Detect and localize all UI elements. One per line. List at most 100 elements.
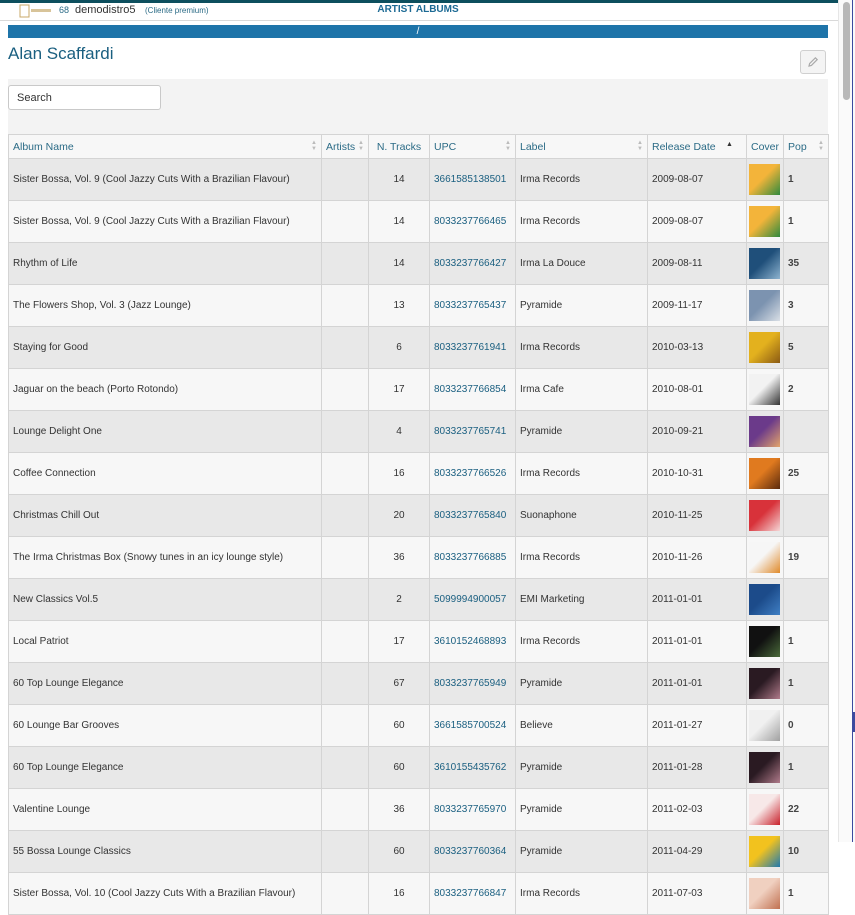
cover-cell[interactable]	[746, 746, 784, 789]
upc-cell[interactable]: 8033237760364	[429, 830, 516, 873]
album-name-cell[interactable]: Lounge Delight One	[8, 410, 322, 453]
table-row[interactable]: 60 Lounge Bar Grooves 60 3661585700524 Beli…	[8, 704, 829, 747]
album-name-cell[interactable]: Sister Bossa, Vol. 9 (Cool Jazzy Cuts Wi…	[8, 200, 322, 243]
cover-cell[interactable]	[746, 620, 784, 663]
upc-cell[interactable]: 8033237766427	[429, 242, 516, 285]
col-header-artists[interactable]: Artists ▲ ▼	[321, 134, 369, 159]
cover-cell[interactable]	[746, 788, 784, 831]
album-cover-image[interactable]	[749, 710, 780, 741]
album-name-cell[interactable]: Local Patriot	[8, 620, 322, 663]
table-row[interactable]: 55 Bossa Lounge Classics 60 8033237760364 P…	[8, 830, 829, 873]
album-cover-image[interactable]	[749, 248, 780, 279]
cover-cell[interactable]	[746, 200, 784, 243]
album-name-cell[interactable]: 55 Bossa Lounge Classics	[8, 830, 322, 873]
table-row[interactable]: New Classics Vol.5 2 5099994900057 EMI Mark…	[8, 578, 829, 621]
album-name-cell[interactable]: Valentine Lounge	[8, 788, 322, 831]
cover-cell[interactable]	[746, 662, 784, 705]
col-header-pop[interactable]: Pop ▲ ▼	[783, 134, 829, 159]
col-header-upc[interactable]: UPC ▲ ▼	[429, 134, 516, 159]
cover-cell[interactable]	[746, 242, 784, 285]
upc-cell[interactable]: 8033237765741	[429, 410, 516, 453]
cover-cell[interactable]	[746, 536, 784, 579]
album-cover-image[interactable]	[749, 458, 780, 489]
table-row[interactable]: Christmas Chill Out 20 8033237765840 Suonap…	[8, 494, 829, 537]
upc-cell[interactable]: 3610152468893	[429, 620, 516, 663]
album-name-cell[interactable]: Sister Bossa, Vol. 10 (Cool Jazzy Cuts W…	[8, 872, 322, 915]
album-cover-image[interactable]	[749, 416, 780, 447]
upc-cell[interactable]: 3661585138501	[429, 158, 516, 201]
cover-cell[interactable]	[746, 158, 784, 201]
upc-cell[interactable]: 8033237765840	[429, 494, 516, 537]
upc-cell[interactable]: 8033237765437	[429, 284, 516, 327]
album-name-cell[interactable]: The Flowers Shop, Vol. 3 (Jazz Lounge)	[8, 284, 322, 327]
cover-cell[interactable]	[746, 452, 784, 495]
cover-cell[interactable]	[746, 410, 784, 453]
upc-cell[interactable]: 8033237766526	[429, 452, 516, 495]
album-name-cell[interactable]: New Classics Vol.5	[8, 578, 322, 621]
album-name-cell[interactable]: Jaguar on the beach (Porto Rotondo)	[8, 368, 322, 411]
album-cover-image[interactable]	[749, 500, 780, 531]
album-name-cell[interactable]: Sister Bossa, Vol. 9 (Cool Jazzy Cuts Wi…	[8, 158, 322, 201]
col-header-label[interactable]: Label ▲ ▼	[515, 134, 648, 159]
album-name-cell[interactable]: Staying for Good	[8, 326, 322, 369]
table-row[interactable]: Sister Bossa, Vol. 9 (Cool Jazzy Cuts Wi…	[8, 158, 829, 201]
table-row[interactable]: 60 Top Lounge Elegance 60 3610155435762 Pyr…	[8, 746, 829, 789]
upc-cell[interactable]: 8033237766854	[429, 368, 516, 411]
table-row[interactable]: 60 Top Lounge Elegance 67 8033237765949 Pyr…	[8, 662, 829, 705]
table-row[interactable]: Sister Bossa, Vol. 10 (Cool Jazzy Cuts W…	[8, 872, 829, 915]
table-row[interactable]: Sister Bossa, Vol. 9 (Cool Jazzy Cuts Wi…	[8, 200, 829, 243]
table-row[interactable]: Staying for Good 6 8033237761941 Irma Recor…	[8, 326, 829, 369]
album-cover-image[interactable]	[749, 878, 780, 909]
col-header-album-name[interactable]: Album Name ▲ ▼	[8, 134, 322, 159]
album-cover-image[interactable]	[749, 668, 780, 699]
col-header-tracks[interactable]: N. Tracks	[368, 134, 430, 159]
upc-cell[interactable]: 8033237766847	[429, 872, 516, 915]
cover-cell[interactable]	[746, 326, 784, 369]
upc-cell[interactable]: 8033237765970	[429, 788, 516, 831]
album-cover-image[interactable]	[749, 290, 780, 321]
table-row[interactable]: Local Patriot 17 3610152468893 Irma Records…	[8, 620, 829, 663]
scrollbar-thumb[interactable]	[843, 2, 850, 100]
album-name-cell[interactable]: 60 Top Lounge Elegance	[8, 746, 322, 789]
upc-cell[interactable]: 8033237766885	[429, 536, 516, 579]
table-row[interactable]: The Irma Christmas Box (Snowy tunes in a…	[8, 536, 829, 579]
album-cover-image[interactable]	[749, 794, 780, 825]
col-header-release-date[interactable]: Release Date ▲	[647, 134, 747, 159]
album-cover-image[interactable]	[749, 752, 780, 783]
cover-cell[interactable]	[746, 284, 784, 327]
album-name-cell[interactable]: Christmas Chill Out	[8, 494, 322, 537]
col-header-cover[interactable]: Cover	[746, 134, 784, 159]
cover-cell[interactable]	[746, 704, 784, 747]
cover-cell[interactable]	[746, 368, 784, 411]
table-row[interactable]: The Flowers Shop, Vol. 3 (Jazz Lounge) 13…	[8, 284, 829, 327]
table-row[interactable]: Jaguar on the beach (Porto Rotondo) 17 803…	[8, 368, 829, 411]
album-cover-image[interactable]	[749, 164, 780, 195]
album-cover-image[interactable]	[749, 332, 780, 363]
album-cover-image[interactable]	[749, 374, 780, 405]
search-input[interactable]	[8, 85, 161, 110]
album-cover-image[interactable]	[749, 836, 780, 867]
notification-count[interactable]: 68	[59, 5, 69, 15]
scrollbar[interactable]	[838, 0, 855, 842]
album-cover-image[interactable]	[749, 206, 780, 237]
table-row[interactable]: Coffee Connection 16 8033237766526 Irma Rec…	[8, 452, 829, 495]
table-row[interactable]: Rhythm of Life 14 8033237766427 Irma La Dou…	[8, 242, 829, 285]
cover-cell[interactable]	[746, 872, 784, 915]
album-name-cell[interactable]: 60 Lounge Bar Grooves	[8, 704, 322, 747]
table-row[interactable]: Lounge Delight One 4 8033237765741 Pyramide…	[8, 410, 829, 453]
cover-cell[interactable]	[746, 494, 784, 537]
upc-cell[interactable]: 5099994900057	[429, 578, 516, 621]
upc-cell[interactable]: 8033237766465	[429, 200, 516, 243]
album-name-cell[interactable]: The Irma Christmas Box (Snowy tunes in a…	[8, 536, 322, 579]
cover-cell[interactable]	[746, 578, 784, 621]
album-cover-image[interactable]	[749, 542, 780, 573]
upc-cell[interactable]: 8033237765949	[429, 662, 516, 705]
cover-cell[interactable]	[746, 830, 784, 873]
album-cover-image[interactable]	[749, 584, 780, 615]
album-name-cell[interactable]: Rhythm of Life	[8, 242, 322, 285]
table-row[interactable]: Valentine Lounge 36 8033237765970 Pyramide 2…	[8, 788, 829, 831]
album-cover-image[interactable]	[749, 626, 780, 657]
album-name-cell[interactable]: Coffee Connection	[8, 452, 322, 495]
upc-cell[interactable]: 3661585700524	[429, 704, 516, 747]
brand-logo[interactable]	[19, 4, 51, 18]
